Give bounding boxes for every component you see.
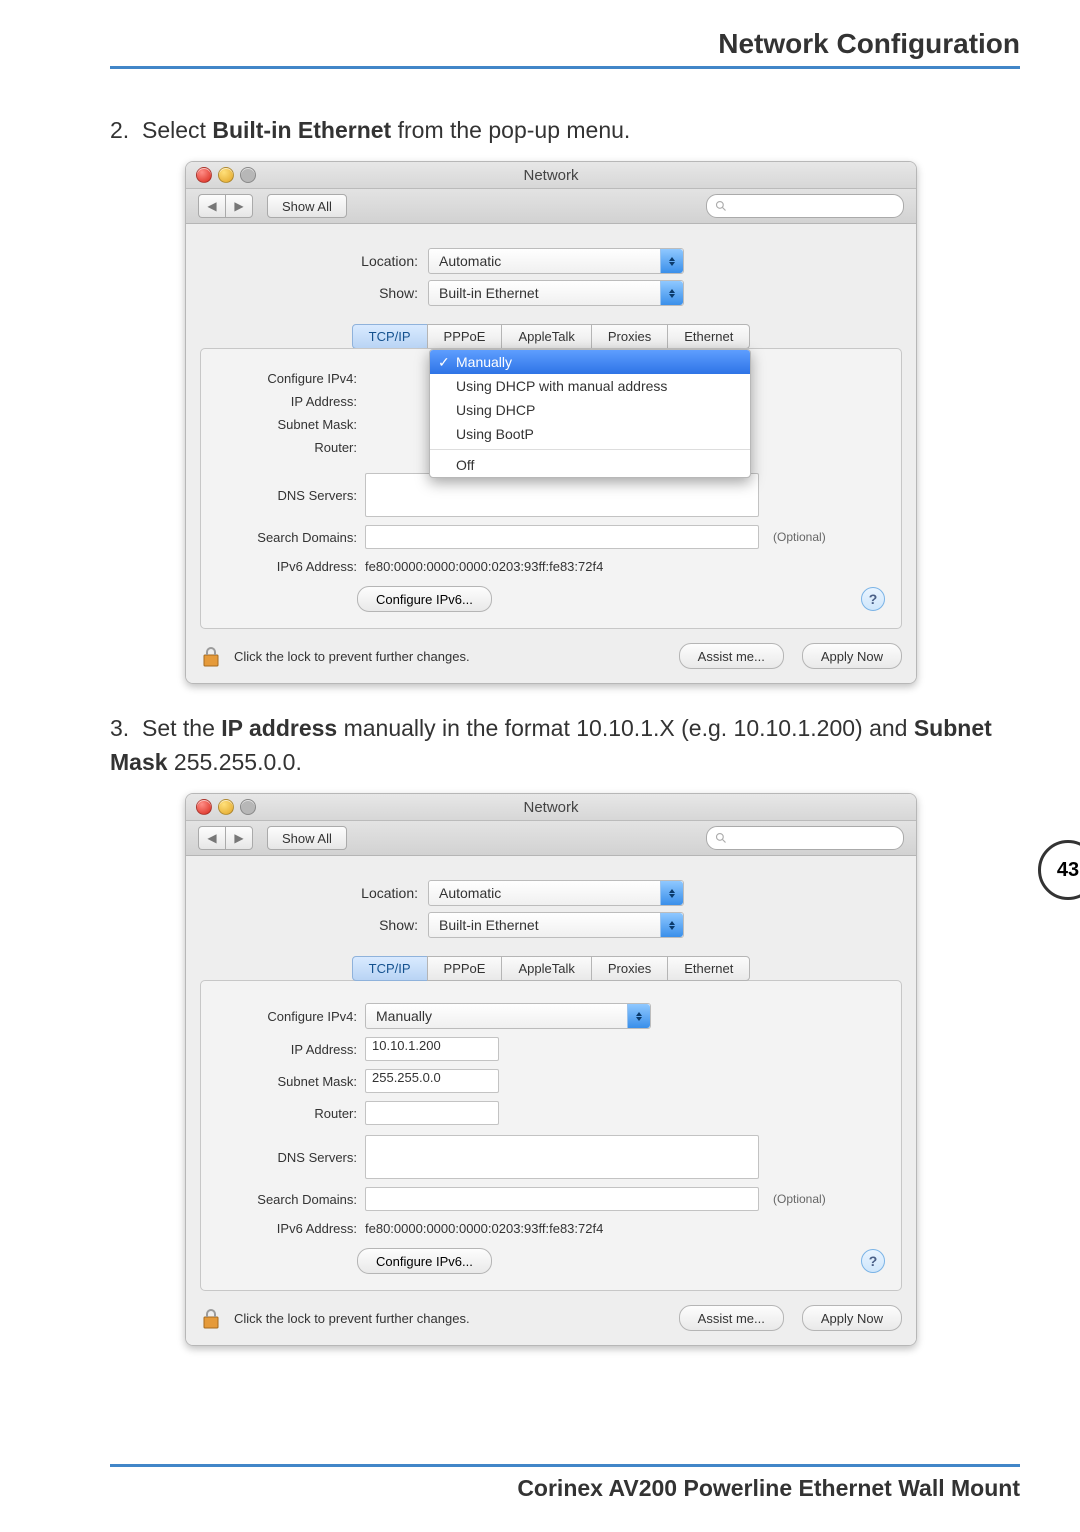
search-domains-field[interactable]: [365, 525, 759, 549]
chevron-updown-icon: [627, 1004, 650, 1028]
lock-icon[interactable]: [200, 1306, 222, 1330]
chevron-updown-icon: [660, 881, 683, 905]
tab-proxies[interactable]: Proxies: [591, 956, 668, 981]
toolbar: ◀ ▶ Show All: [186, 189, 916, 224]
optional-label: (Optional): [773, 530, 826, 544]
ipv6-address-label: IPv6 Address:: [217, 559, 365, 574]
configure-ipv6-button[interactable]: Configure IPv6...: [357, 586, 492, 612]
search-icon: [715, 832, 727, 844]
tab-pppoe[interactable]: PPPoE: [427, 324, 503, 349]
forward-button[interactable]: ▶: [225, 194, 253, 218]
tab-tcpip[interactable]: TCP/IP: [352, 324, 428, 349]
location-label: Location:: [200, 885, 428, 901]
tab-appletalk[interactable]: AppleTalk: [501, 324, 591, 349]
tab-tcpip[interactable]: TCP/IP: [352, 956, 428, 981]
location-select[interactable]: Automatic: [428, 248, 684, 274]
configure-ipv4-select[interactable]: Manually: [365, 1003, 651, 1029]
subnet-mask-label: Subnet Mask:: [217, 1074, 365, 1089]
chevron-updown-icon: [660, 249, 683, 273]
menu-item-dhcp[interactable]: Using DHCP: [430, 398, 750, 422]
forward-button[interactable]: ▶: [225, 826, 253, 850]
back-button[interactable]: ◀: [198, 194, 225, 218]
lock-text: Click the lock to prevent further change…: [234, 649, 470, 664]
search-domains-label: Search Domains:: [217, 1192, 365, 1207]
tab-ethernet[interactable]: Ethernet: [667, 956, 750, 981]
show-all-button[interactable]: Show All: [267, 194, 347, 218]
menu-item-manually[interactable]: Manually: [430, 350, 750, 374]
help-button[interactable]: ?: [861, 1249, 885, 1273]
show-select[interactable]: Built-in Ethernet: [428, 912, 684, 938]
ipv6-address-label: IPv6 Address:: [217, 1221, 365, 1236]
configure-ipv4-label: Configure IPv4:: [217, 1009, 365, 1024]
network-window-1: Network ◀ ▶ Show All Location: Automatic: [185, 161, 917, 684]
tab-proxies[interactable]: Proxies: [591, 324, 668, 349]
apply-now-button[interactable]: Apply Now: [802, 643, 902, 669]
show-label: Show:: [200, 917, 428, 933]
ipv6-address-value: fe80:0000:0000:0000:0203:93ff:fe83:72f4: [365, 1221, 603, 1236]
back-button[interactable]: ◀: [198, 826, 225, 850]
window-title: Network: [186, 167, 916, 184]
ip-address-label: IP Address:: [217, 394, 365, 409]
titlebar: Network: [186, 794, 916, 821]
search-input[interactable]: [706, 826, 904, 850]
tab-bar: TCP/IP PPPoE AppleTalk Proxies Ethernet: [200, 324, 902, 349]
toolbar: ◀ ▶ Show All: [186, 821, 916, 856]
menu-item-dhcp-manual[interactable]: Using DHCP with manual address: [430, 374, 750, 398]
ipv6-address-value: fe80:0000:0000:0000:0203:93ff:fe83:72f4: [365, 559, 603, 574]
router-label: Router:: [217, 440, 365, 455]
dns-servers-label: DNS Servers:: [217, 488, 365, 503]
step-2: 2.Select Built-in Ethernet from the pop-…: [110, 114, 1020, 147]
titlebar: Network: [186, 162, 916, 189]
search-domains-field[interactable]: [365, 1187, 759, 1211]
search-icon: [715, 200, 727, 212]
tab-bar: TCP/IP PPPoE AppleTalk Proxies Ethernet: [200, 956, 902, 981]
router-field[interactable]: [365, 1101, 499, 1125]
dns-servers-label: DNS Servers:: [217, 1150, 365, 1165]
dns-servers-field[interactable]: [365, 473, 759, 517]
menu-separator: [430, 449, 750, 450]
help-button[interactable]: ?: [861, 587, 885, 611]
search-input[interactable]: [706, 194, 904, 218]
subnet-mask-field[interactable]: 255.255.0.0: [365, 1069, 499, 1093]
assist-me-button[interactable]: Assist me...: [679, 643, 784, 669]
location-select[interactable]: Automatic: [428, 880, 684, 906]
window-title: Network: [186, 799, 916, 816]
configure-ipv4-label: Configure IPv4:: [217, 371, 365, 386]
router-label: Router:: [217, 1106, 365, 1121]
search-domains-label: Search Domains:: [217, 530, 365, 545]
show-all-button[interactable]: Show All: [267, 826, 347, 850]
network-window-2: Network ◀ ▶ Show All Location: Automatic: [185, 793, 917, 1346]
chevron-updown-icon: [660, 281, 683, 305]
menu-item-bootp[interactable]: Using BootP: [430, 422, 750, 446]
tab-pppoe[interactable]: PPPoE: [427, 956, 503, 981]
dns-servers-field[interactable]: [365, 1135, 759, 1179]
page-number-badge: 43: [1020, 840, 1080, 912]
assist-me-button[interactable]: Assist me...: [679, 1305, 784, 1331]
optional-label: (Optional): [773, 1192, 826, 1206]
subnet-mask-label: Subnet Mask:: [217, 417, 365, 432]
tab-ethernet[interactable]: Ethernet: [667, 324, 750, 349]
tab-appletalk[interactable]: AppleTalk: [501, 956, 591, 981]
ip-address-field[interactable]: 10.10.1.200: [365, 1037, 499, 1061]
page-title: Network Configuration: [110, 28, 1020, 69]
configure-ipv6-button[interactable]: Configure IPv6...: [357, 1248, 492, 1274]
footer: Corinex AV200 Powerline Ethernet Wall Mo…: [110, 1464, 1020, 1502]
show-label: Show:: [200, 285, 428, 301]
menu-item-off[interactable]: Off: [430, 453, 750, 477]
lock-text: Click the lock to prevent further change…: [234, 1311, 470, 1326]
chevron-updown-icon: [660, 913, 683, 937]
lock-icon[interactable]: [200, 644, 222, 668]
ip-address-label: IP Address:: [217, 1042, 365, 1057]
configure-ipv4-menu: Manually Using DHCP with manual address …: [429, 349, 751, 478]
show-select[interactable]: Built-in Ethernet: [428, 280, 684, 306]
step-3: 3.Set the IP address manually in the for…: [110, 712, 1020, 779]
apply-now-button[interactable]: Apply Now: [802, 1305, 902, 1331]
location-label: Location:: [200, 253, 428, 269]
